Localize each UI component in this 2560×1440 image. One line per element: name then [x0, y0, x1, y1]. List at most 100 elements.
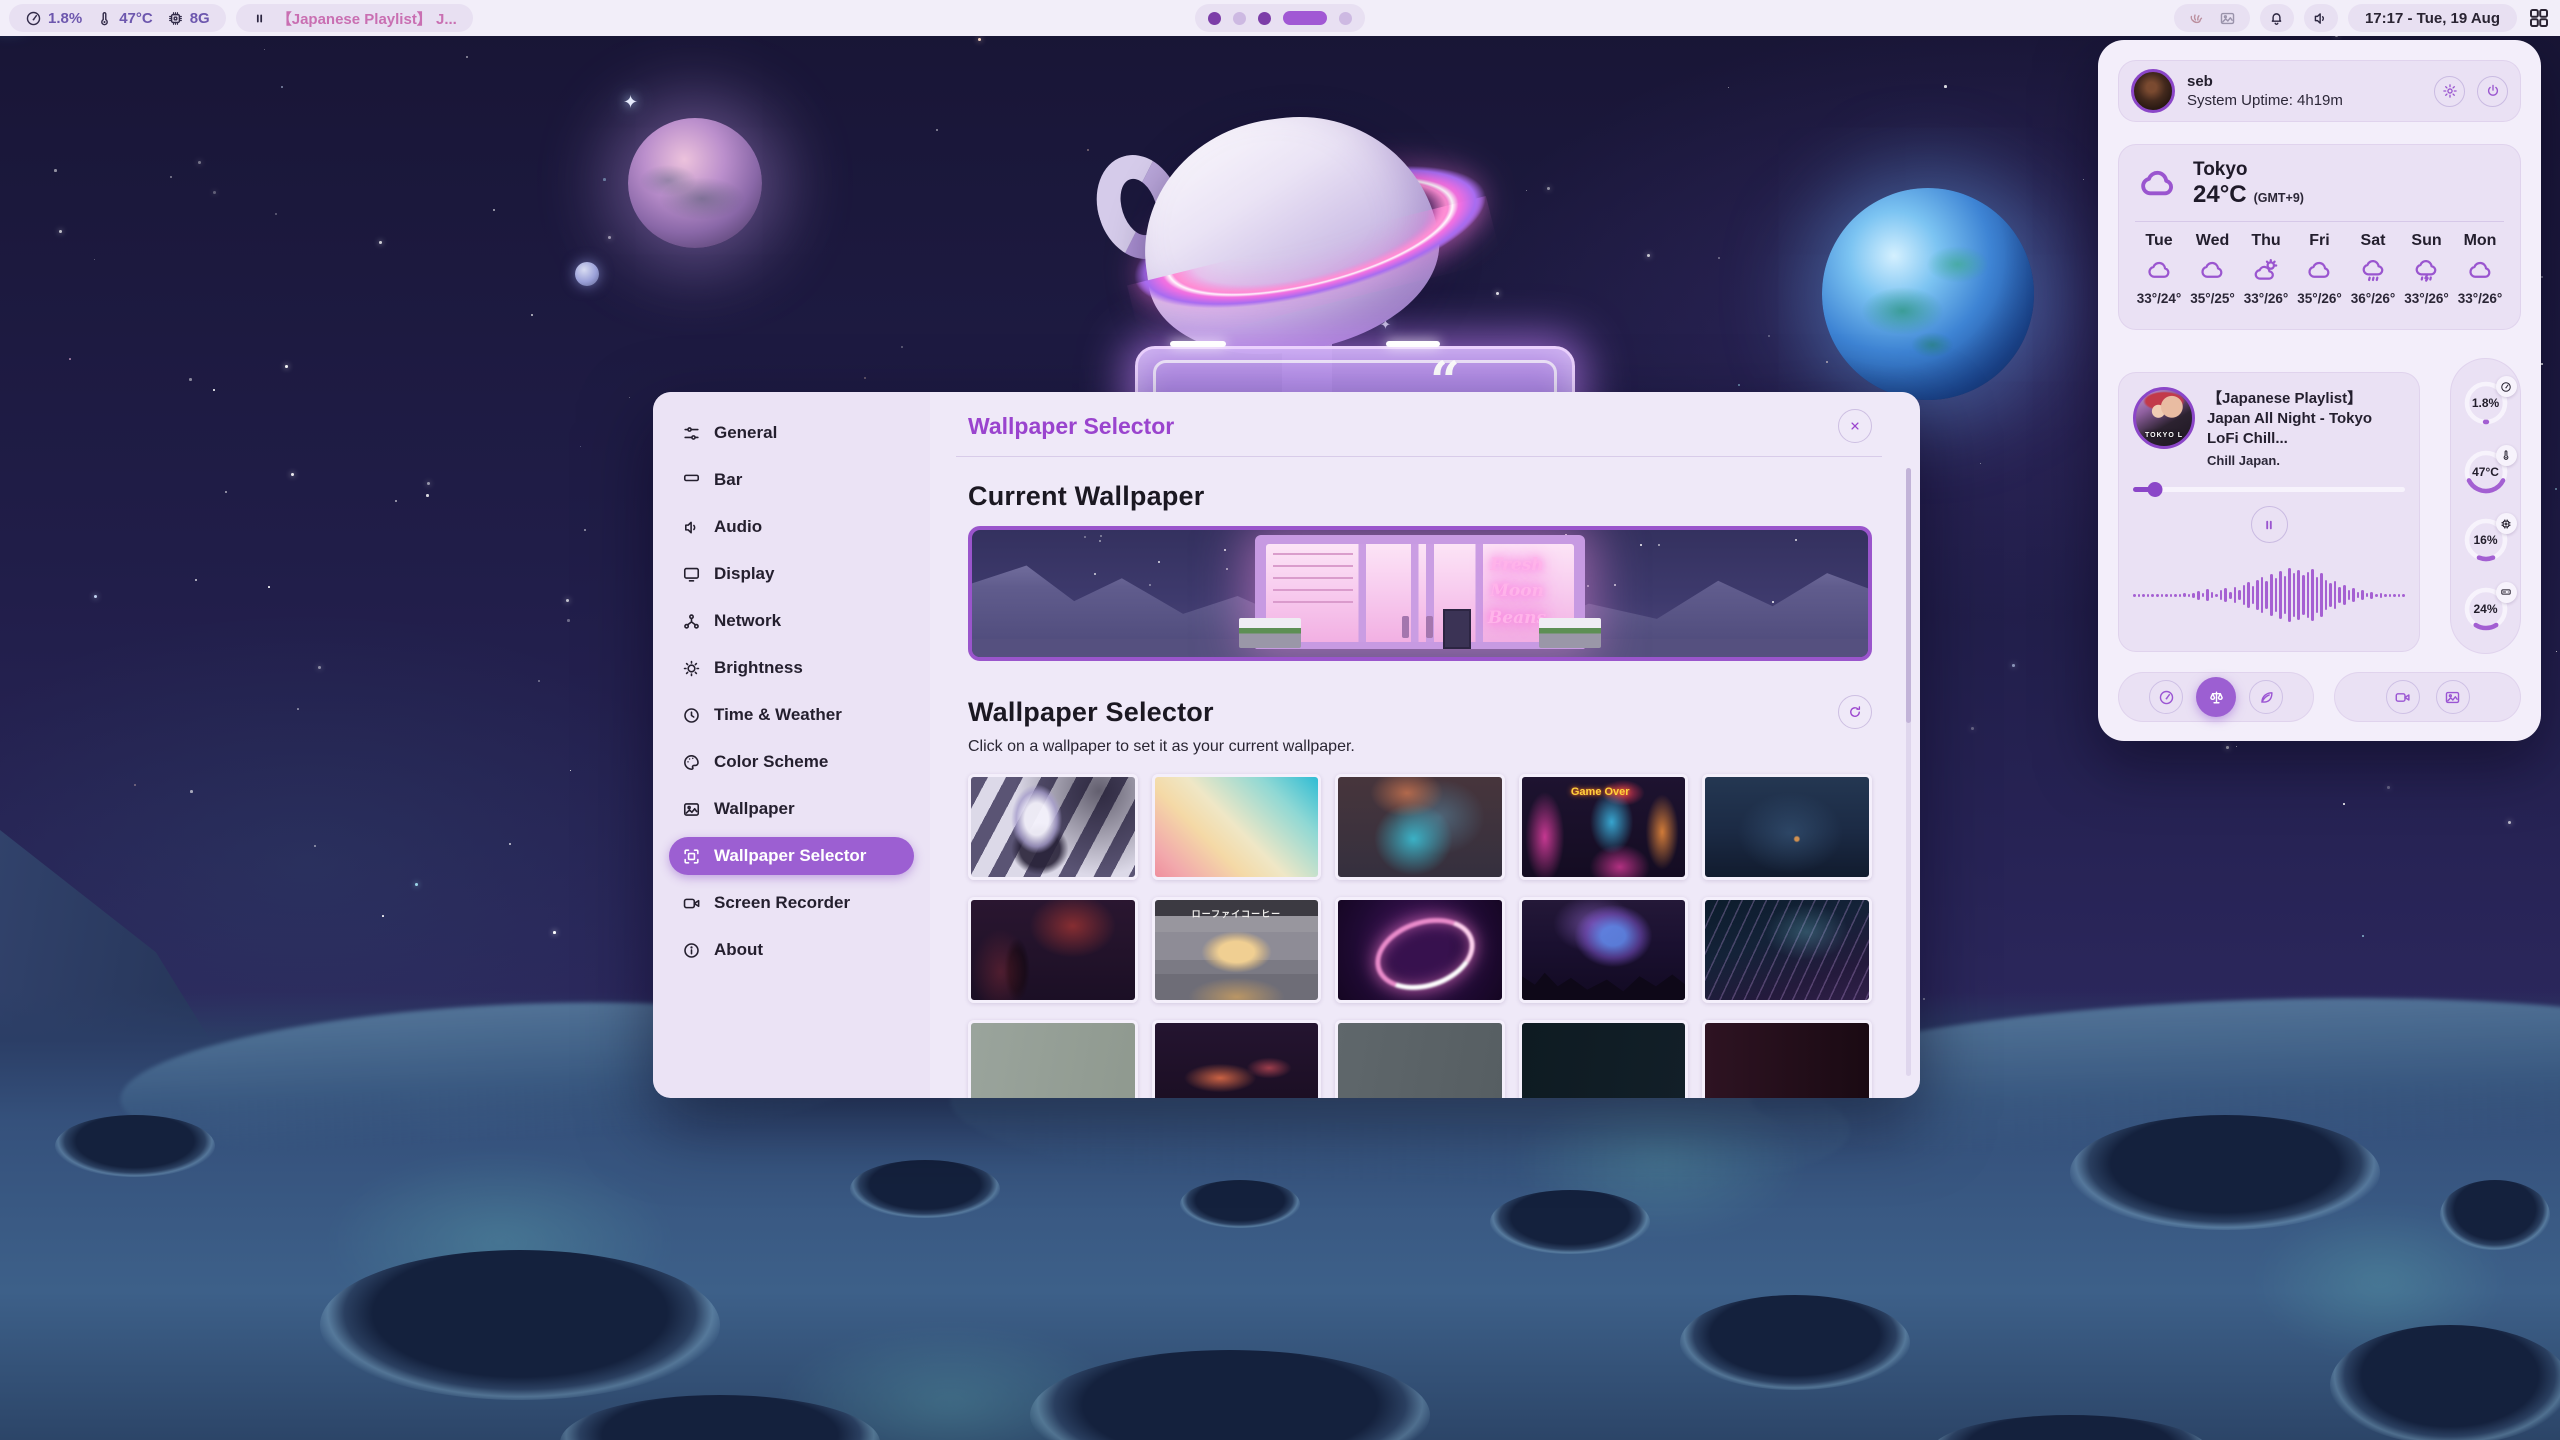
wallpaper-thumbnail-red-figure-landscape[interactable] — [968, 897, 1138, 1003]
weather-forecast: Tue33°/24°Wed35°/25°Thu33°/26°Fri35°/26°… — [2135, 232, 2504, 306]
settings-button[interactable] — [2434, 76, 2465, 107]
workspace-3[interactable] — [1258, 12, 1271, 25]
small-planet — [575, 262, 599, 286]
workspace-indicator[interactable] — [1195, 4, 1365, 32]
sidebar-item-brightness[interactable]: Brightness — [669, 649, 914, 687]
sidebar-item-label: Display — [714, 564, 774, 584]
sidebar-item-general[interactable]: General — [669, 414, 914, 452]
wallpaper-thumbnail-neon-arcade[interactable]: Game Over — [1519, 774, 1689, 880]
waveform-bar — [2375, 594, 2378, 597]
media-pill-label: 【Japanese Playlist】 J... — [277, 8, 457, 29]
album-art[interactable]: TOKYO L — [2133, 387, 2195, 449]
waveform-bar — [2165, 594, 2168, 597]
wallpaper-thumbnail-dark-castle-night[interactable] — [1702, 774, 1872, 880]
wallpaper-thumbnail-nebula-forest[interactable] — [1519, 897, 1689, 1003]
waveform-bar — [2161, 594, 2164, 597]
speaker-icon — [2312, 10, 2329, 27]
sidebar-item-wallpaper[interactable]: Wallpaper — [669, 790, 914, 828]
sidebar-item-network[interactable]: Network — [669, 602, 914, 640]
forecast-sat: Sat36°/26° — [2349, 232, 2397, 306]
clock[interactable]: 17:17 - Tue, 19 Aug — [2348, 4, 2517, 32]
wallpaper-thumbnail-partial-coral-dark[interactable] — [1152, 1020, 1322, 1098]
power-button[interactable] — [2477, 76, 2508, 107]
volume-button[interactable] — [2304, 4, 2338, 32]
sidebar-item-label: Bar — [714, 470, 742, 490]
weather-city: Tokyo — [2193, 159, 2304, 181]
workspace-5[interactable] — [1339, 12, 1352, 25]
picture-icon[interactable] — [2219, 10, 2236, 27]
thermometer-icon — [2496, 445, 2517, 466]
screenshot-button[interactable] — [2436, 680, 2470, 714]
palette-icon — [682, 753, 701, 772]
waveform-bar — [2183, 593, 2186, 597]
wallpaper-thumbnail-lofi-coffee-shop[interactable]: ローファイコーヒー — [1152, 897, 1322, 1003]
wallpaper-thumbnail-partial-dark-maroon[interactable] — [1702, 1020, 1872, 1098]
workspace-2[interactable] — [1233, 12, 1246, 25]
sidebar-item-label: Brightness — [714, 658, 803, 678]
wallpaper-thumbnail-blur-abstract[interactable] — [1335, 774, 1505, 880]
settings-sidebar: General Bar Audio Display Network Brightness T… — [653, 392, 930, 1098]
bell-icon — [2268, 10, 2285, 27]
speedometer-icon — [25, 10, 42, 27]
waveform-bar — [2197, 591, 2200, 600]
gauge-thermometer-icon: 47°C — [2461, 447, 2511, 497]
system-tray[interactable] — [2174, 4, 2250, 32]
thumbnail-text: ローファイコーヒー — [1192, 907, 1281, 920]
dashboard-panel: seb System Uptime: 4h19m Tokyo 24°C (GMT… — [2098, 40, 2541, 741]
screen-record-button[interactable] — [2386, 680, 2420, 714]
sidebar-item-screen-recorder[interactable]: Screen Recorder — [669, 884, 914, 922]
video-icon — [682, 894, 701, 913]
banner-cafe: FreshMoonBeans — [1255, 535, 1585, 649]
forecast-day: Mon — [2464, 232, 2497, 250]
refresh-button[interactable] — [1838, 695, 1872, 729]
waveform-bar — [2279, 571, 2282, 619]
waveform-bar — [2275, 578, 2278, 612]
sidebar-item-about[interactable]: About — [669, 931, 914, 969]
scrollbar[interactable] — [1906, 468, 1911, 1076]
stat-value: 8G — [190, 10, 210, 27]
profile-power-saver-button[interactable] — [2249, 680, 2283, 714]
waveform-bar — [2243, 585, 2246, 605]
sidebar-item-color-scheme[interactable]: Color Scheme — [669, 743, 914, 781]
pause-icon — [252, 11, 267, 26]
current-wallpaper-preview: FreshMoonBeans — [968, 526, 1872, 661]
utility-buttons — [2334, 672, 2521, 722]
play-pause-button[interactable] — [2251, 506, 2288, 543]
system-stats-pill[interactable]: 1.8%47°C8G — [9, 4, 226, 32]
workspace-1[interactable] — [1208, 12, 1221, 25]
gauge-chip-icon: 16% — [2461, 515, 2511, 565]
waveform-bar — [2389, 594, 2392, 597]
waveform-bar — [2206, 589, 2209, 601]
weather-temperature: 24°C — [2193, 181, 2247, 209]
disk-icon — [2496, 582, 2517, 603]
media-progress-slider[interactable] — [2133, 482, 2405, 496]
profile-balanced-button[interactable] — [2196, 677, 2236, 717]
wallpaper-thumbnail-pastel-gradient[interactable] — [1152, 774, 1322, 880]
waveform-bar — [2261, 577, 2264, 613]
apps-grid-button[interactable] — [2527, 6, 2551, 30]
notifications-button[interactable] — [2260, 4, 2294, 32]
power-profile-selector — [2118, 672, 2314, 722]
hand-icon[interactable] — [2188, 10, 2205, 27]
workspace-4[interactable] — [1283, 11, 1327, 25]
wallpaper-thumbnail-partial-grey-green[interactable] — [968, 1020, 1138, 1098]
sidebar-item-audio[interactable]: Audio — [669, 508, 914, 546]
wallpaper-thumbnail-anime-crosswalk[interactable] — [968, 774, 1138, 880]
wallpaper-grid: Game Over ローファイコーヒー — [968, 774, 1872, 1098]
wallpaper-thumbnail-purple-ring-eclipse[interactable] — [1335, 897, 1505, 1003]
waveform-bar — [2352, 588, 2355, 602]
sidebar-item-wallpaper-selector[interactable]: Wallpaper Selector — [669, 837, 914, 875]
close-button[interactable] — [1838, 409, 1872, 443]
waveform-bar — [2252, 586, 2255, 604]
profile-performance-button[interactable] — [2149, 680, 2183, 714]
wallpaper-thumbnail-partial-grey[interactable] — [1335, 1020, 1505, 1098]
wallpaper-thumbnail-partial-dark-teal[interactable] — [1519, 1020, 1689, 1098]
cloud-sun-icon — [2253, 257, 2280, 284]
sidebar-item-bar[interactable]: Bar — [669, 461, 914, 499]
media-pill[interactable]: 【Japanese Playlist】 J... — [236, 4, 473, 32]
wallpaper-thumbnail-particle-mesh[interactable] — [1702, 897, 1872, 1003]
waveform-bar — [2398, 594, 2401, 597]
sidebar-item-time-weather[interactable]: Time & Weather — [669, 696, 914, 734]
close-icon — [1847, 418, 1863, 434]
sidebar-item-display[interactable]: Display — [669, 555, 914, 593]
